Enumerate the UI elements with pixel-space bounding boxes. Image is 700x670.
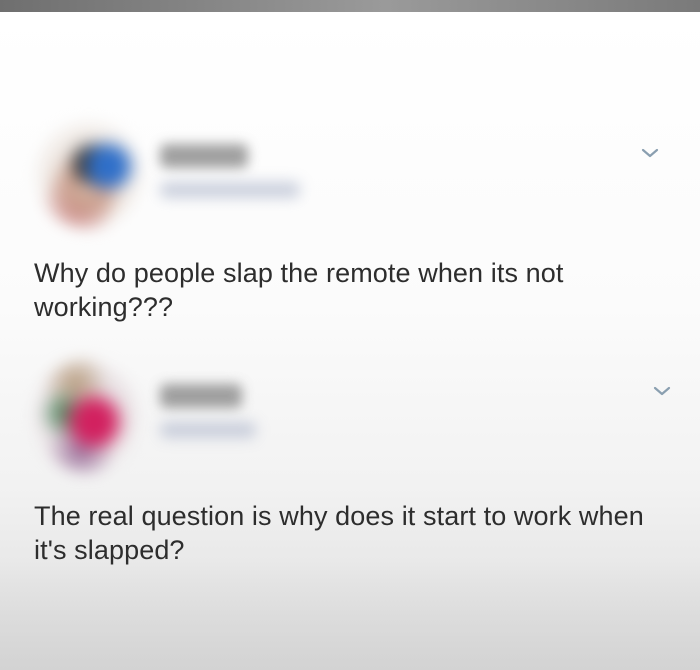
post-text: The real question is why does it start t… xyxy=(34,501,644,565)
post-meta-redacted xyxy=(160,182,300,198)
author-name-redacted[interactable] xyxy=(160,384,242,408)
chevron-down-icon[interactable] xyxy=(652,384,672,398)
author-name-redacted[interactable] xyxy=(160,144,248,168)
chevron-down-icon[interactable] xyxy=(640,146,660,160)
avatar[interactable] xyxy=(34,120,144,230)
feed-screen: Why do people slap the remote when its n… xyxy=(0,12,700,670)
avatar[interactable] xyxy=(34,358,138,474)
post-meta-redacted xyxy=(160,422,256,438)
post-text: Why do people slap the remote when its n… xyxy=(34,258,564,322)
top-status-strip xyxy=(0,0,700,12)
